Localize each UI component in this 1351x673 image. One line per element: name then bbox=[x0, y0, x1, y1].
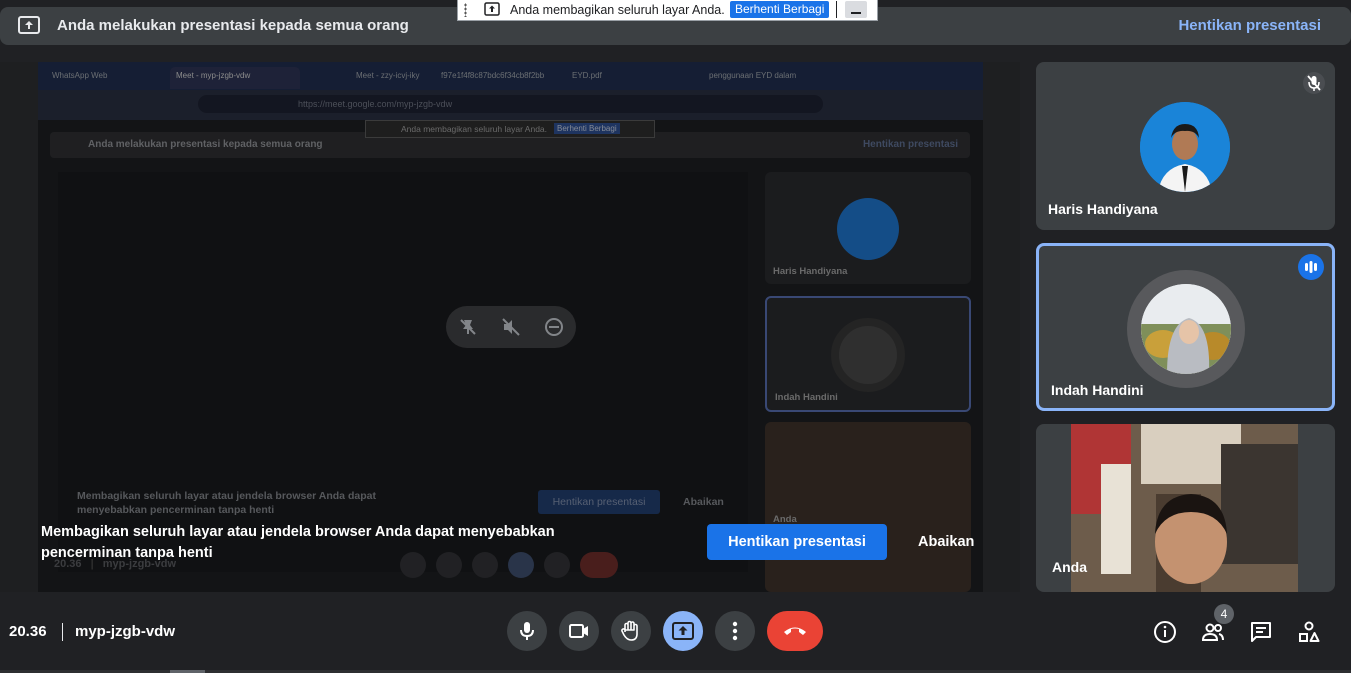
screen-share-bar: Anda membagikan seluruh layar Anda. Berh… bbox=[457, 0, 878, 21]
camera-button[interactable] bbox=[559, 611, 599, 651]
mirror-tab: Meet - myp-jzgb-vdw bbox=[170, 67, 300, 89]
mirror-tile-name: Indah Handini bbox=[775, 392, 838, 403]
mirror-tab: WhatsApp Web bbox=[52, 71, 108, 80]
avatar bbox=[1141, 284, 1231, 374]
participant-name: Indah Handini bbox=[1051, 382, 1144, 398]
chat-icon[interactable] bbox=[1249, 620, 1273, 644]
participant-name: Haris Handiyana bbox=[1048, 201, 1158, 217]
mirror-tab: Meet - zzy-icvj-iky bbox=[356, 71, 420, 80]
share-bar-divider bbox=[836, 1, 837, 18]
remove-icon bbox=[545, 318, 563, 336]
mirror-stop-button: Hentikan presentasi bbox=[538, 490, 660, 514]
mirror-url-bar: https://meet.google.com/myp-jzgb-vdw bbox=[38, 90, 983, 120]
mirror-url: https://meet.google.com/myp-jzgb-vdw bbox=[198, 95, 823, 113]
mic-icon bbox=[520, 622, 534, 640]
mirror-tab: penggunaan EYD dalam bbox=[709, 71, 797, 80]
mirror-banner-stop: Hentikan presentasi bbox=[862, 139, 958, 150]
raise-hand-button[interactable] bbox=[611, 611, 651, 651]
mirror-tile: Haris Handiyana bbox=[765, 172, 971, 284]
divider bbox=[62, 623, 63, 641]
mirror-share-bar: Anda membagikan seluruh layar Anda. Berh… bbox=[365, 120, 655, 138]
mirror-tile-controls bbox=[446, 306, 576, 348]
meeting-code: myp-jzgb-vdw bbox=[75, 623, 175, 640]
presentation-stage: WhatsApp Web Meet - myp-jzgb-vdw Meet - … bbox=[0, 62, 1020, 592]
mirrored-screen: WhatsApp Web Meet - myp-jzgb-vdw Meet - … bbox=[38, 62, 983, 592]
meeting-time: 20.36 bbox=[9, 623, 47, 640]
participant-name: Anda bbox=[1052, 559, 1087, 575]
present-button[interactable] bbox=[663, 611, 703, 651]
drag-handle-icon[interactable] bbox=[464, 3, 467, 17]
mirror-avatar bbox=[831, 318, 905, 392]
mirror-tile: Indah Handini bbox=[765, 296, 971, 412]
participant-count-badge: 4 bbox=[1214, 604, 1234, 624]
activities-icon[interactable] bbox=[1297, 620, 1321, 644]
mirror-warning-text: Membagikan seluruh layar atau jendela br… bbox=[77, 490, 376, 516]
participant-tile-self[interactable]: Anda bbox=[1036, 424, 1335, 592]
hangup-button[interactable] bbox=[767, 611, 823, 651]
ignore-button[interactable]: Abaikan bbox=[918, 534, 974, 550]
stop-presenting-link[interactable]: Hentikan presentasi bbox=[1178, 17, 1321, 34]
more-options-button[interactable] bbox=[715, 611, 755, 651]
share-bar-text: Anda membagikan seluruh layar Anda. bbox=[510, 3, 725, 17]
info-icon[interactable] bbox=[1153, 620, 1177, 644]
stop-sharing-button[interactable]: Berhenti Berbagi bbox=[730, 1, 830, 18]
meeting-controls-bar: 20.36 myp-jzgb-vdw 4 bbox=[0, 600, 1351, 673]
camera-icon bbox=[569, 624, 588, 638]
mirror-tab: f97e1f4f8c87bdc6f34cb8f2bb bbox=[441, 71, 545, 80]
stop-presenting-button[interactable]: Hentikan presentasi bbox=[707, 524, 887, 560]
mirror-share-stop: Berhenti Berbagi bbox=[554, 123, 620, 134]
participant-tile-indah[interactable]: Indah Handini bbox=[1036, 243, 1335, 411]
mirror-share-text: Anda membagikan seluruh layar Anda. bbox=[401, 124, 548, 134]
speaking-indicator-icon bbox=[1298, 254, 1324, 280]
avatar bbox=[1140, 102, 1230, 192]
share-screen-icon bbox=[484, 2, 500, 16]
mirror-tile: Anda bbox=[765, 422, 971, 592]
present-to-all-icon bbox=[18, 16, 40, 34]
mirror-tab-strip: WhatsApp Web Meet - myp-jzgb-vdw Meet - … bbox=[38, 62, 983, 90]
mirror-ignore-button: Abaikan bbox=[683, 496, 724, 508]
present-icon bbox=[672, 622, 694, 640]
participant-tile-haris[interactable]: Haris Handiyana bbox=[1036, 62, 1335, 230]
more-options-icon bbox=[732, 621, 738, 641]
mirror-avatar bbox=[837, 198, 899, 260]
raise-hand-icon bbox=[621, 620, 638, 641]
mirror-banner-text: Anda melakukan presentasi kepada semua o… bbox=[88, 139, 323, 150]
hangup-icon bbox=[784, 627, 806, 635]
muted-icon bbox=[1303, 72, 1325, 94]
mic-button[interactable] bbox=[507, 611, 547, 651]
minimize-icon[interactable] bbox=[845, 1, 867, 18]
mute-audio-icon bbox=[502, 318, 520, 336]
mirror-warning-message: Membagikan seluruh layar atau jendela br… bbox=[41, 524, 555, 561]
mirror-tab: EYD.pdf bbox=[572, 71, 602, 80]
mirror-tile-name: Haris Handiyana bbox=[773, 266, 848, 277]
unpin-icon bbox=[460, 319, 476, 335]
self-video bbox=[1071, 424, 1298, 592]
presenting-banner-text: Anda melakukan presentasi kepada semua o… bbox=[57, 17, 409, 34]
